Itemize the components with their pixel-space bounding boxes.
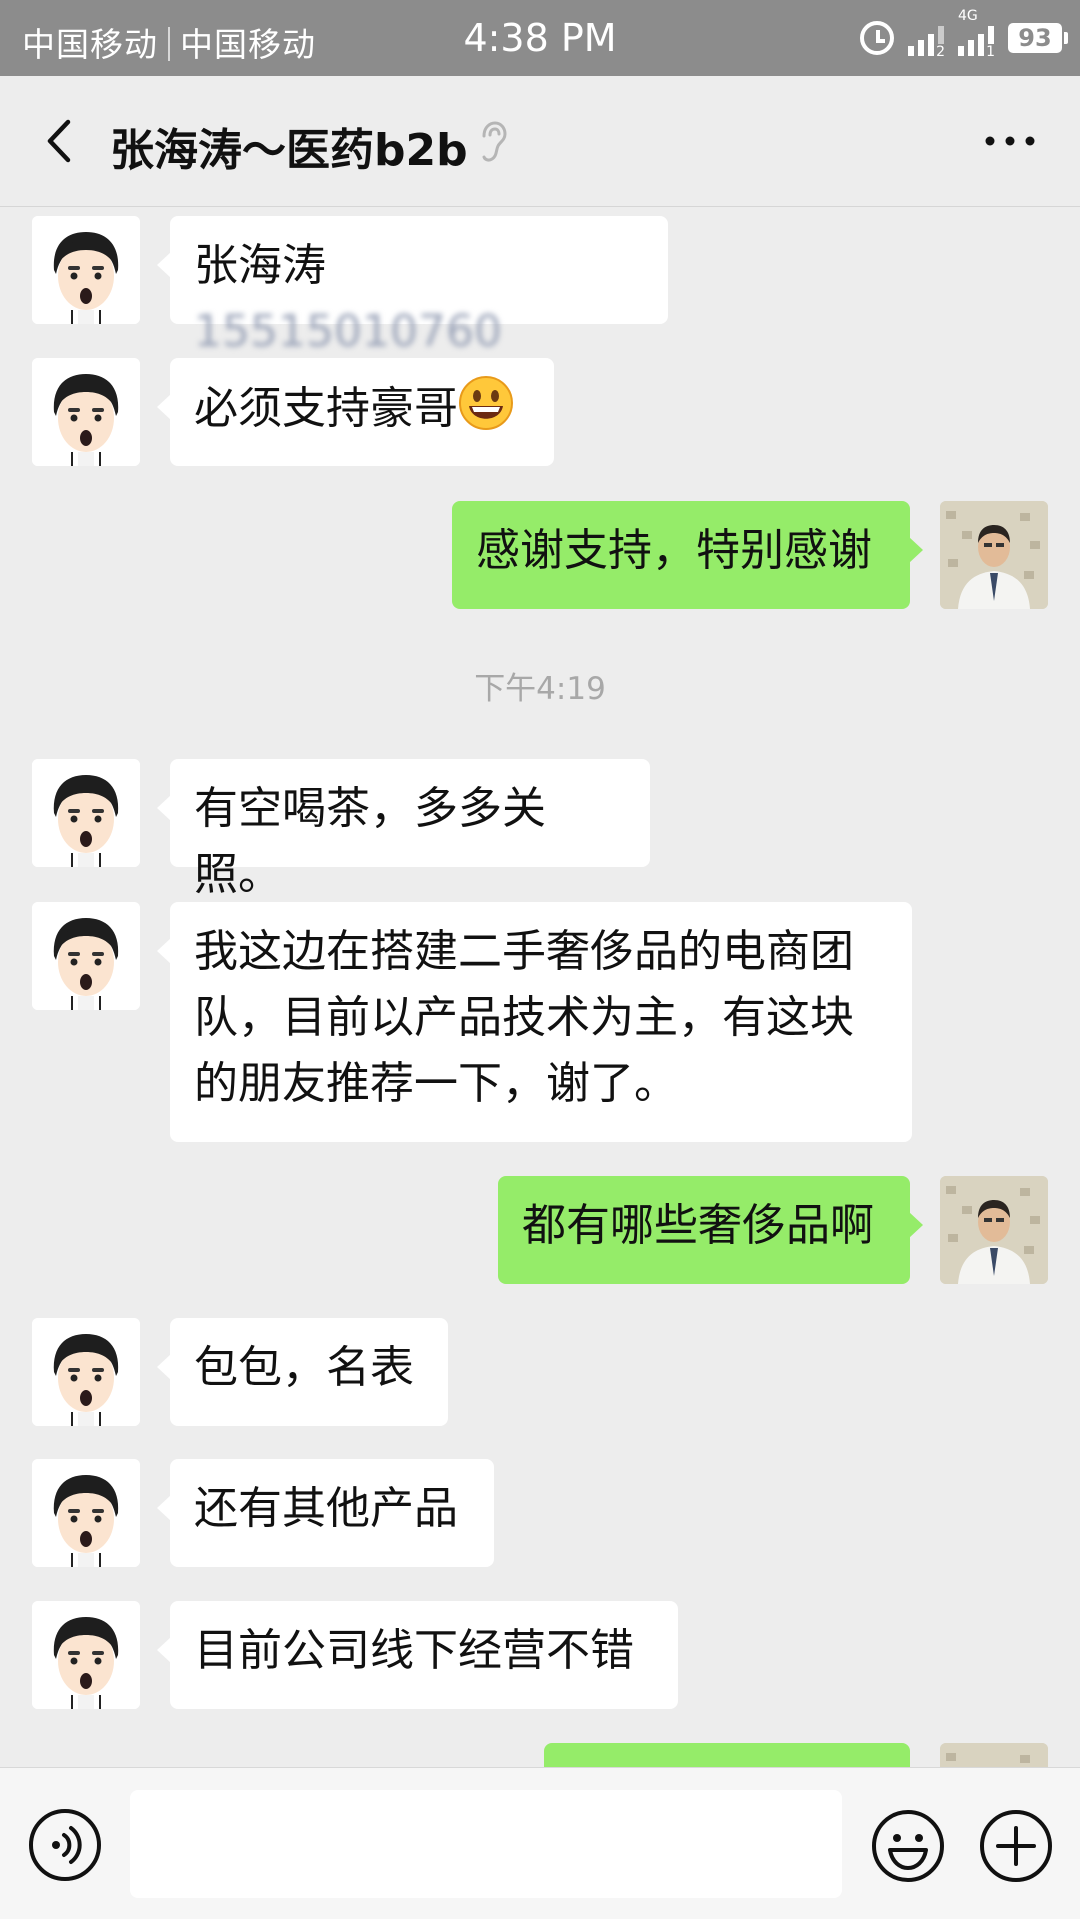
message-text: 还有其他产品 — [194, 1483, 458, 1534]
contact-avatar[interactable] — [32, 759, 140, 867]
contact-avatar[interactable] — [32, 1459, 140, 1567]
contact-avatar[interactable] — [32, 216, 140, 324]
more-icon[interactable] — [982, 126, 1038, 156]
message-text: 包包，名表 — [194, 1342, 414, 1393]
carrier-divider — [168, 27, 170, 61]
status-bar: 中国移动 中国移动 4:38 PM 2 4G 1 93 — [0, 0, 1080, 76]
grinning-face-emoji-icon — [459, 376, 513, 430]
message-bubble[interactable] — [544, 1743, 910, 1767]
timestamp: 下午4:19 — [474, 671, 606, 707]
my-avatar[interactable] — [940, 1176, 1048, 1284]
my-avatar[interactable] — [940, 501, 1048, 609]
message-bubble[interactable]: 感谢支持，特别感谢 — [452, 501, 923, 609]
network-type-label: 4G — [958, 8, 978, 24]
contact-avatar[interactable] — [32, 1601, 140, 1709]
contact-avatar[interactable] — [32, 902, 140, 1010]
message-input[interactable] — [130, 1790, 842, 1898]
voice-icon[interactable] — [28, 1808, 102, 1882]
blurred-phone-number: 15515010760 — [194, 306, 502, 357]
carrier-2: 中国移动 — [180, 25, 316, 64]
message-text: 感谢支持，特别感谢 — [476, 525, 872, 576]
chat-title: 张海涛～医药b2b — [110, 125, 468, 176]
contact-avatar[interactable] — [32, 1318, 140, 1426]
message-bubble[interactable]: 必须支持豪哥 — [157, 358, 554, 466]
message-text: 都有哪些奢侈品啊 — [522, 1200, 874, 1251]
message-text: 目前公司线下经营不错 — [194, 1625, 634, 1676]
message-bubble[interactable]: 包包，名表 — [157, 1318, 448, 1426]
input-bar — [0, 1767, 1080, 1919]
message-text: 我这边在搭建二手奢侈品的电商团 队，目前以产品技术为主，有这块 的朋友推荐一下，… — [194, 926, 854, 1109]
signal-sim1-icon: 4G 1 — [958, 8, 996, 60]
signal-sim2-icon: 2 — [908, 20, 946, 60]
contact-avatar[interactable] — [32, 358, 140, 466]
battery-level: 93 — [1018, 24, 1052, 52]
sim1-label: 1 — [985, 44, 996, 60]
battery-icon: 93 — [1008, 23, 1068, 53]
message-list[interactable]: 张海涛 15515010760 必须支持豪哥 感谢支持，特别感谢 下午4:19 … — [0, 207, 1080, 1767]
message-text: 必须支持豪哥 — [194, 383, 458, 434]
ear-icon — [482, 121, 507, 162]
message-bubble[interactable]: 我这边在搭建二手奢侈品的电商团 队，目前以产品技术为主，有这块 的朋友推荐一下，… — [157, 902, 912, 1142]
message-text: 张海涛 — [194, 240, 326, 291]
my-avatar[interactable] — [940, 1743, 1048, 1767]
status-icons: 2 4G 1 93 — [860, 8, 1068, 62]
sim2-label: 2 — [935, 44, 946, 60]
chat-header: 张海涛～医药b2b — [0, 76, 1080, 207]
message-bubble[interactable]: 还有其他产品 — [157, 1459, 494, 1567]
plus-icon[interactable] — [978, 1808, 1054, 1884]
message-text: 有空喝茶，多多关照。 — [194, 783, 546, 900]
carrier-1: 中国移动 — [22, 25, 158, 64]
message-bubble[interactable]: 有空喝茶，多多关照。 — [157, 759, 650, 900]
message-bubble[interactable]: 目前公司线下经营不错 — [157, 1601, 678, 1709]
message-bubble[interactable]: 张海涛 15515010760 — [157, 216, 668, 357]
message-bubble[interactable]: 都有哪些奢侈品啊 — [498, 1176, 923, 1284]
carrier-info: 中国移动 中国移动 — [22, 18, 316, 66]
back-icon[interactable] — [36, 116, 86, 166]
alarm-icon — [860, 21, 894, 55]
emoji-icon[interactable] — [870, 1808, 946, 1884]
